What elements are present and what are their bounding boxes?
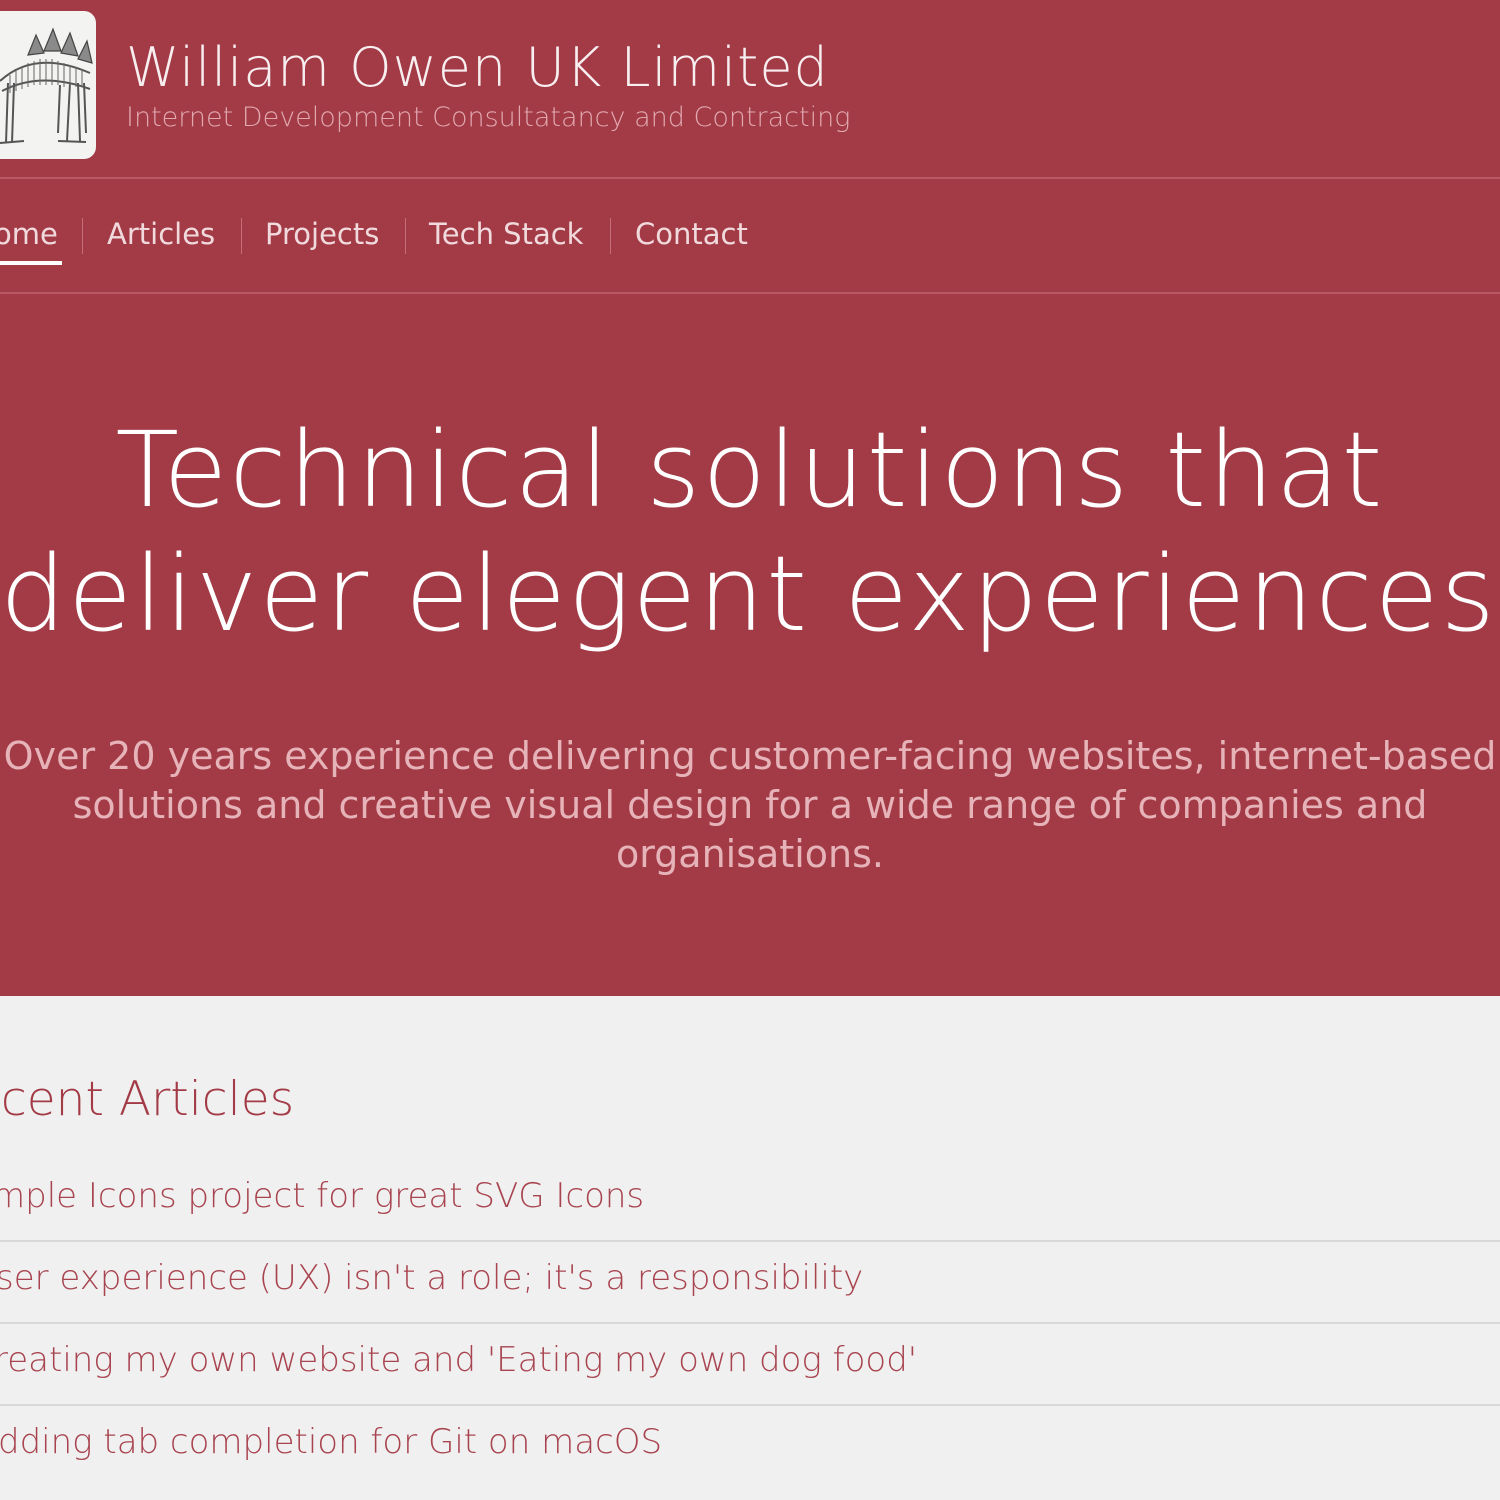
hero-heading-line-1: Technical solutions that	[115, 409, 1385, 531]
nav-item-home[interactable]: ome	[0, 217, 58, 251]
hero-description-line-1: Over 20 years experience delivering cust…	[3, 734, 1497, 778]
site-tagline: Internet Development Consultatancy and C…	[126, 102, 851, 133]
logo[interactable]	[0, 11, 96, 159]
article-divider	[0, 1322, 1500, 1324]
hero-description-line-3: organisations.	[615, 832, 884, 876]
active-tab-indicator	[0, 261, 62, 265]
article-link-simple-icons[interactable]: mple Icons project for great SVG Icons	[0, 1176, 644, 1216]
nav-item-projects[interactable]: Projects	[265, 217, 379, 251]
main-nav: ome Articles Projects Tech Stack Contact	[0, 180, 1500, 292]
recent-articles-heading: ecent Articles	[0, 1072, 295, 1127]
article-divider	[0, 1240, 1500, 1242]
hero-description: Over 20 years experience delivering cust…	[0, 732, 1500, 879]
nav-separator	[82, 218, 83, 254]
article-link-ux-responsibility[interactable]: ser experience (UX) isn't a role; it's a…	[0, 1258, 863, 1298]
hero-heading-line-2: deliver elegent experiences.	[0, 533, 1500, 655]
stegosaurus-skeleton-icon	[0, 27, 93, 144]
nav-item-tech-stack[interactable]: Tech Stack	[429, 217, 583, 251]
nav-divider	[0, 292, 1500, 294]
site-title[interactable]: William Owen UK Limited	[126, 36, 829, 99]
nav-separator	[241, 218, 242, 254]
article-link-git-tab-completion[interactable]: dding tab completion for Git on macOS	[0, 1422, 662, 1462]
nav-separator	[610, 218, 611, 254]
article-divider	[0, 1404, 1500, 1406]
hero-description-line-2: solutions and creative visual design for…	[72, 783, 1428, 827]
header-divider	[0, 177, 1500, 179]
nav-item-contact[interactable]: Contact	[635, 217, 748, 251]
nav-separator	[405, 218, 406, 254]
hero-heading: Technical solutions that deliver elegent…	[0, 408, 1500, 656]
article-link-own-website[interactable]: reating my own website and 'Eating my ow…	[0, 1340, 917, 1380]
hero-banner: William Owen UK Limited Internet Develop…	[0, 0, 1500, 996]
nav-item-articles[interactable]: Articles	[107, 217, 215, 251]
